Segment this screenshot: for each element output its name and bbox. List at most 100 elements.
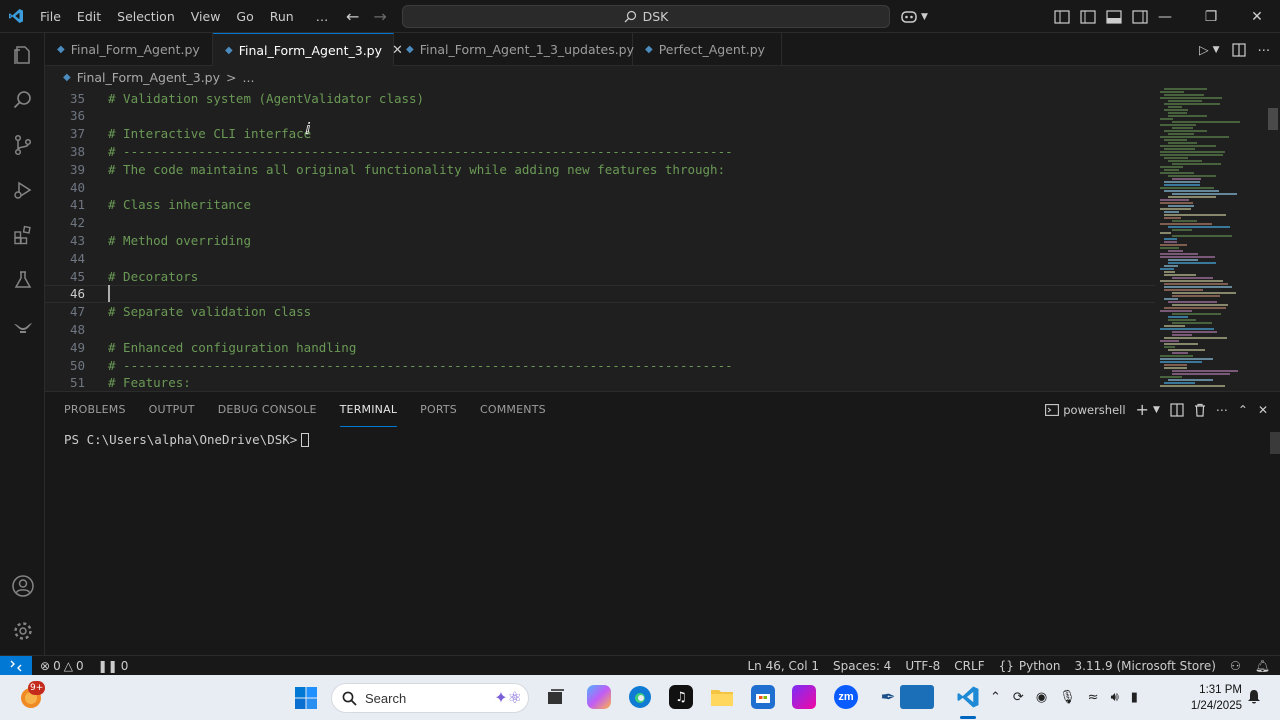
tab-debug-console[interactable]: DEBUG CONSOLE (218, 392, 317, 427)
code-line[interactable]: 38 # ------------------------------------… (45, 142, 1155, 160)
clipchamp-icon[interactable] (792, 685, 816, 709)
code-line[interactable]: 43 # Method overriding (45, 231, 1155, 249)
tab-terminal[interactable]: TERMINAL (339, 392, 398, 427)
close-panel-icon[interactable]: ✕ (1258, 403, 1268, 417)
code-line[interactable]: 51 # Features: (45, 374, 1155, 390)
toggle-primary-sidebar-icon[interactable] (1080, 9, 1096, 24)
copilot-button[interactable]: ▼ (900, 0, 928, 33)
editor-scrollbar-thumb[interactable] (1268, 108, 1278, 130)
chevron-down-icon[interactable]: ▼ (1213, 45, 1220, 55)
vscode-taskbar-icon[interactable] (956, 685, 980, 709)
encoding[interactable]: UTF-8 (905, 659, 940, 673)
close-window-icon[interactable]: ✕ (1234, 9, 1280, 25)
genie-lamp-icon[interactable] (0, 305, 45, 345)
customize-layout-icon[interactable] (1054, 9, 1070, 24)
more-actions-icon[interactable]: ⋯ (1216, 403, 1228, 417)
python-interpreter[interactable]: 3.11.9 (Microsoft Store) (1075, 659, 1217, 673)
run-python-file-icon[interactable]: ▷ (1199, 42, 1209, 57)
chevron-up-icon[interactable]: ⌃ (990, 690, 1001, 705)
code-line[interactable]: 48 (45, 320, 1155, 338)
split-terminal-icon[interactable] (1170, 402, 1184, 417)
minimize-icon[interactable]: — (1142, 9, 1188, 25)
split-editor-icon[interactable] (1231, 42, 1246, 57)
tab-final-form-agent-3[interactable]: ◆ Final_Form_Agent_3.py ✕ (213, 33, 403, 66)
code-line[interactable]: 41 # Class inheritance (45, 196, 1155, 214)
source-control-icon[interactable] (0, 125, 45, 165)
tab-output[interactable]: OUTPUT (149, 392, 195, 427)
menu-file[interactable]: File (32, 0, 69, 33)
tab-perfect-agent[interactable]: ◆ Perfect_Agent.py (633, 33, 782, 66)
tab-problems[interactable]: PROBLEMS (64, 392, 126, 427)
tab-final-form-agent-1-3-updates[interactable]: ◆ Final_Form_Agent_1_3_updates.py (394, 33, 634, 66)
code-line[interactable]: 47 # Separate validation class (45, 303, 1155, 321)
problems-status[interactable]: ⊗ 0 △ 0 (40, 659, 84, 673)
zoom-icon[interactable]: zm (834, 685, 858, 709)
code-line[interactable]: 44 (45, 249, 1155, 267)
code-line[interactable]: 42 (45, 214, 1155, 232)
code-line[interactable]: 40 (45, 178, 1155, 196)
breadcrumb-file[interactable]: Final_Form_Agent_3.py (77, 70, 220, 85)
tiktok-icon[interactable]: ♫ (669, 685, 693, 709)
search-sidebar-icon[interactable] (0, 80, 45, 120)
wifi-icon[interactable]: ≈ (1088, 690, 1099, 705)
cursor-position[interactable]: Ln 46, Col 1 (747, 659, 819, 673)
command-center-search[interactable]: DSK (402, 5, 890, 28)
menu-view[interactable]: View (183, 0, 229, 33)
extensions-icon[interactable] (0, 215, 45, 255)
code-line[interactable]: 50 # ------------------------------------… (45, 356, 1155, 374)
app-tray-icon[interactable]: ◉ (1036, 690, 1047, 705)
line-endings[interactable]: CRLF (954, 659, 984, 673)
terminal-scrollbar-thumb[interactable] (1270, 432, 1280, 454)
menu-go[interactable]: Go (228, 0, 261, 33)
more-actions-icon[interactable]: ⋯ (1258, 42, 1271, 57)
copilot-status-icon[interactable]: ⚇ (1230, 659, 1241, 673)
edge-browser-icon[interactable] (628, 685, 652, 709)
maximize-panel-icon[interactable]: ⌃ (1238, 403, 1248, 417)
battery-icon[interactable]: ▮ (1131, 690, 1138, 705)
explorer-icon[interactable] (0, 35, 45, 75)
notification-bell-icon[interactable] (1247, 689, 1261, 705)
system-clock[interactable]: 1:31 PM 1/24/2025 (1186, 682, 1242, 714)
menu-selection[interactable]: Selection (109, 0, 183, 33)
microsoft-store-icon[interactable] (751, 685, 775, 709)
code-line[interactable]: 49 # Enhanced configuration handling (45, 338, 1155, 356)
task-view-icon[interactable] (544, 685, 568, 709)
tab-ports[interactable]: PORTS (420, 392, 457, 427)
terminal-output[interactable]: PS C:\Users\alpha\OneDrive\DSK> (64, 432, 310, 447)
pen-app-icon[interactable]: ✒ (876, 685, 900, 709)
chevron-down-icon[interactable]: ▼ (1153, 405, 1160, 415)
indentation[interactable]: Spaces: 4 (833, 659, 891, 673)
forward-arrow-icon[interactable]: → (373, 7, 386, 26)
code-line[interactable]: 39 # The code maintains all original func… (45, 160, 1155, 178)
taskbar-search-box[interactable]: Search ✦⚛ (331, 683, 529, 713)
minimap[interactable] (1158, 88, 1268, 390)
menu-run[interactable]: Run (262, 0, 302, 33)
new-terminal-plus-icon[interactable]: + (1136, 400, 1149, 419)
restore-icon[interactable]: ❐ (1188, 9, 1234, 25)
settings-gear-icon[interactable] (0, 611, 45, 651)
notifications-bell-icon[interactable]: 🔔︎ (1255, 659, 1270, 673)
sync-icon[interactable]: ⟳ (1013, 690, 1024, 705)
file-explorer-icon[interactable] (710, 685, 734, 709)
language-mode[interactable]: {} Python (999, 659, 1061, 673)
tab-comments[interactable]: COMMENTS (480, 392, 546, 427)
code-editor[interactable]: 35 # Validation system (AgentValidator cl… (45, 88, 1155, 390)
microphone-icon[interactable]: 🎙︎ (1059, 690, 1076, 705)
code-line[interactable]: 45 # Decorators (45, 267, 1155, 285)
ports-status[interactable]: ❚❚ 0 (98, 659, 129, 673)
code-line[interactable]: 46 (45, 284, 1155, 303)
testing-flask-icon[interactable] (0, 260, 45, 300)
account-icon[interactable] (0, 566, 45, 606)
code-line[interactable]: 36 (45, 107, 1155, 125)
breadcrumb-more[interactable]: ... (243, 70, 255, 85)
code-line[interactable]: 35 # Validation system (AgentValidator cl… (45, 89, 1155, 107)
tab-final-form-agent[interactable]: ◆ Final_Form_Agent.py (45, 33, 213, 66)
terminal-shell-selector[interactable]: powershell (1045, 403, 1126, 417)
back-arrow-icon[interactable]: ← (346, 7, 359, 26)
remote-desktop-icon[interactable] (900, 685, 934, 709)
toggle-panel-icon[interactable] (1106, 9, 1122, 24)
remote-indicator-icon[interactable] (0, 655, 32, 676)
menu-edit[interactable]: Edit (69, 0, 109, 33)
volume-icon[interactable]: 🔊︎ (1111, 690, 1119, 705)
menu-more[interactable]: … (302, 0, 337, 33)
